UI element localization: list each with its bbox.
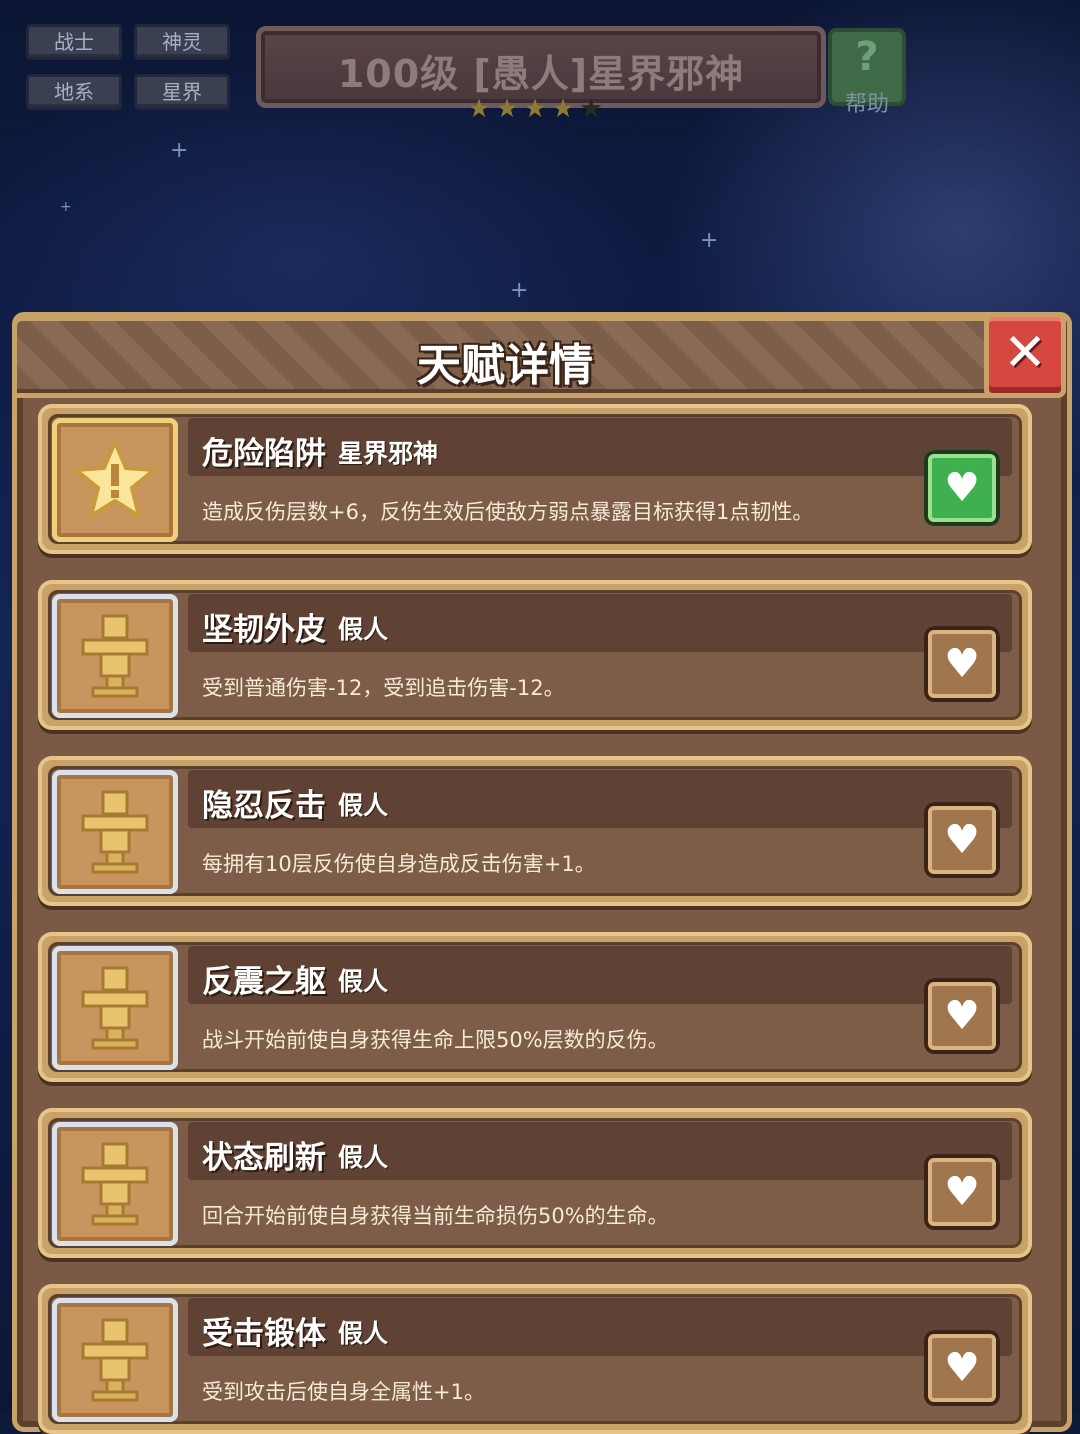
talent-owner: 假人 [338,791,389,820]
talent-name: 反震之躯 [202,964,326,1000]
talent-card-body: 反震之躯 假人战斗开始前使自身获得生命上限50%层数的反伤。 ♥ [48,942,1022,1072]
heart-icon: ♥ [944,465,980,511]
talent-owner: 假人 [338,1143,389,1172]
talent-card[interactable]: 隐忍反击 假人每拥有10层反伤使自身造成反击伤害+1。 ♥ [38,756,1032,906]
talent-description: 受到攻击后使自身全属性+1。 [202,1380,485,1404]
close-icon: ✕ [1003,323,1047,383]
talent-card-body: 危险陷阱 星界邪神造成反伤层数+6，反伤生效后使敌方弱点暴露目标获得1点韧性。 ♥ [48,414,1022,544]
talent-description: 每拥有10层反伤使自身造成反击伤害+1。 [202,852,596,876]
star-rating: ★ ★ ★ ★ ★ [466,96,606,126]
talent-name: 受击锻体 [202,1316,326,1352]
favorite-button[interactable]: ♥ [924,450,1000,526]
talent-icon-frame [52,594,178,718]
talent-card[interactable]: 状态刷新 假人回合开始前使自身获得当前生命损伤50%的生命。 ♥ [38,1108,1032,1258]
talent-card-body: 受击锻体 假人受到攻击后使自身全属性+1。 ♥ [48,1294,1022,1424]
talent-owner: 假人 [338,967,389,996]
favorite-button[interactable]: ♥ [924,978,1000,1054]
dummy-icon [66,608,164,704]
talent-icon-frame [52,770,178,894]
talent-card-body: 坚韧外皮 假人受到普通伤害-12，受到追击伤害-12。 ♥ [48,590,1022,720]
talent-description: 战斗开始前使自身获得生命上限50%层数的反伤。 [202,1028,669,1052]
heart-icon: ♥ [944,1345,980,1391]
tag-realm: 星界 [134,74,230,110]
favorite-button[interactable]: ♥ [924,802,1000,878]
heart-icon: ♥ [944,817,980,863]
star-icon: ★ [467,94,491,124]
star-empty-icon: ★ [579,94,603,124]
favorite-button[interactable]: ♥ [924,1154,1000,1230]
tag-race: 神灵 [134,24,230,60]
heart-icon: ♥ [944,1169,980,1215]
question-icon: ? [855,34,879,80]
panel-title: 天赋详情 [417,340,593,391]
panel-header: 天赋详情 [12,316,998,398]
dummy-icon [66,1312,164,1408]
talent-owner: 假人 [338,615,389,644]
heart-icon: ♥ [944,993,980,1039]
talent-card[interactable]: 反震之躯 假人战斗开始前使自身获得生命上限50%层数的反伤。 ♥ [38,932,1032,1082]
talent-card-body: 隐忍反击 假人每拥有10层反伤使自身造成反击伤害+1。 ♥ [48,766,1022,896]
talent-icon-frame [52,946,178,1070]
sparkle-icon: + [60,199,72,215]
tag-element: 地系 [26,74,122,110]
tag-class: 战士 [26,24,122,60]
dummy-icon [66,1136,164,1232]
talent-name: 状态刷新 [202,1140,326,1176]
talent-icon-frame [52,1122,178,1246]
close-button[interactable]: ✕ [984,312,1066,398]
talent-name: 隐忍反击 [202,788,326,824]
talent-card-body: 状态刷新 假人回合开始前使自身获得当前生命损伤50%的生命。 ♥ [48,1118,1022,1248]
talent-owner: 假人 [338,1319,389,1348]
talent-description: 造成反伤层数+6，反伤生效后使敌方弱点暴露目标获得1点韧性。 [202,500,814,524]
sparkle-icon: + [170,138,189,163]
talent-name: 危险陷阱 [202,436,326,472]
star-icon: ★ [551,94,575,124]
talent-icon-frame [52,418,178,542]
dummy-icon [66,960,164,1056]
talent-owner: 星界邪神 [338,439,439,468]
talent-icon-frame [52,1298,178,1422]
help-button[interactable]: ? 帮助 [828,28,906,117]
star-icon [66,432,164,528]
sparkle-icon: + [700,228,719,253]
talent-card[interactable]: 危险陷阱 星界邪神造成反伤层数+6，反伤生效后使敌方弱点暴露目标获得1点韧性。 ♥ [38,404,1032,554]
unit-title: 100级 [愚人]星界邪神 [337,52,745,96]
star-icon: ★ [495,94,519,124]
talent-card[interactable]: 坚韧外皮 假人受到普通伤害-12，受到追击伤害-12。 ♥ [38,580,1032,730]
dummy-icon [66,784,164,880]
talent-card[interactable]: 受击锻体 假人受到攻击后使自身全属性+1。 ♥ [38,1284,1032,1434]
talent-description: 受到普通伤害-12，受到追击伤害-12。 [202,676,565,700]
star-icon: ★ [523,94,547,124]
heart-icon: ♥ [944,641,980,687]
sparkle-icon: + [510,278,529,303]
talent-description: 回合开始前使自身获得当前生命损伤50%的生命。 [202,1204,669,1228]
favorite-button[interactable]: ♥ [924,1330,1000,1406]
favorite-button[interactable]: ♥ [924,626,1000,702]
help-label: 帮助 [844,92,889,117]
talent-name: 坚韧外皮 [202,612,326,648]
